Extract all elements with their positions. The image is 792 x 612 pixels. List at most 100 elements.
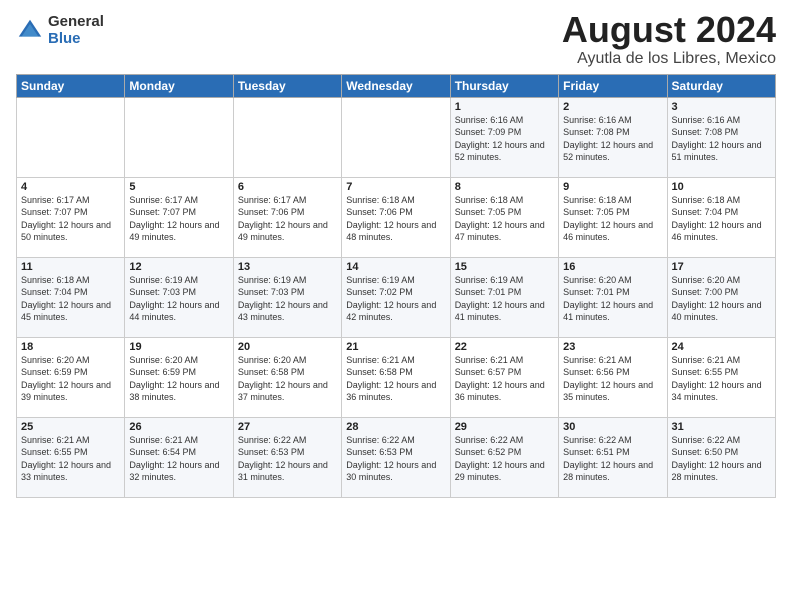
day-cell-empty bbox=[17, 97, 125, 177]
day-number: 2 bbox=[563, 101, 662, 113]
day-info: Sunrise: 6:20 AMSunset: 7:00 PMDaylight:… bbox=[672, 275, 762, 323]
day-info: Sunrise: 6:19 AMSunset: 7:01 PMDaylight:… bbox=[455, 275, 545, 323]
day-info: Sunrise: 6:22 AMSunset: 6:51 PMDaylight:… bbox=[563, 435, 653, 483]
logo-general: General bbox=[48, 14, 104, 31]
day-number: 30 bbox=[563, 421, 662, 433]
day-info: Sunrise: 6:20 AMSunset: 6:59 PMDaylight:… bbox=[129, 355, 219, 403]
day-cell-24: 24 Sunrise: 6:21 AMSunset: 6:55 PMDayligh… bbox=[667, 337, 775, 417]
day-number: 4 bbox=[21, 181, 120, 193]
day-info: Sunrise: 6:21 AMSunset: 6:57 PMDaylight:… bbox=[455, 355, 545, 403]
day-number: 19 bbox=[129, 341, 228, 353]
day-number: 27 bbox=[238, 421, 337, 433]
day-cell-10: 10 Sunrise: 6:18 AMSunset: 7:04 PMDayligh… bbox=[667, 177, 775, 257]
day-info: Sunrise: 6:19 AMSunset: 7:03 PMDaylight:… bbox=[129, 275, 219, 323]
week-row-1: 4 Sunrise: 6:17 AMSunset: 7:07 PMDaylight… bbox=[17, 177, 776, 257]
day-number: 25 bbox=[21, 421, 120, 433]
day-number: 31 bbox=[672, 421, 771, 433]
day-number: 14 bbox=[346, 261, 445, 273]
day-number: 10 bbox=[672, 181, 771, 193]
day-info: Sunrise: 6:16 AMSunset: 7:09 PMDaylight:… bbox=[455, 115, 545, 163]
day-info: Sunrise: 6:21 AMSunset: 6:55 PMDaylight:… bbox=[21, 435, 111, 483]
header-cell-monday: Monday bbox=[125, 74, 233, 97]
day-number: 5 bbox=[129, 181, 228, 193]
week-row-3: 18 Sunrise: 6:20 AMSunset: 6:59 PMDayligh… bbox=[17, 337, 776, 417]
header-cell-thursday: Thursday bbox=[450, 74, 558, 97]
day-cell-2: 2 Sunrise: 6:16 AMSunset: 7:08 PMDaylight… bbox=[559, 97, 667, 177]
day-number: 6 bbox=[238, 181, 337, 193]
logo-text: General Blue bbox=[48, 14, 104, 47]
day-number: 26 bbox=[129, 421, 228, 433]
page-container: General Blue August 2024 Ayutla de los L… bbox=[0, 0, 792, 506]
day-number: 23 bbox=[563, 341, 662, 353]
day-cell-6: 6 Sunrise: 6:17 AMSunset: 7:06 PMDaylight… bbox=[233, 177, 341, 257]
day-number: 16 bbox=[563, 261, 662, 273]
day-info: Sunrise: 6:22 AMSunset: 6:53 PMDaylight:… bbox=[238, 435, 328, 483]
day-cell-7: 7 Sunrise: 6:18 AMSunset: 7:06 PMDaylight… bbox=[342, 177, 450, 257]
day-info: Sunrise: 6:18 AMSunset: 7:04 PMDaylight:… bbox=[672, 195, 762, 243]
day-cell-19: 19 Sunrise: 6:20 AMSunset: 6:59 PMDayligh… bbox=[125, 337, 233, 417]
day-info: Sunrise: 6:16 AMSunset: 7:08 PMDaylight:… bbox=[563, 115, 653, 163]
day-number: 13 bbox=[238, 261, 337, 273]
day-info: Sunrise: 6:19 AMSunset: 7:03 PMDaylight:… bbox=[238, 275, 328, 323]
day-number: 29 bbox=[455, 421, 554, 433]
header-row: General Blue August 2024 Ayutla de los L… bbox=[16, 10, 776, 68]
day-number: 21 bbox=[346, 341, 445, 353]
logo-blue: Blue bbox=[48, 31, 104, 48]
day-info: Sunrise: 6:20 AMSunset: 6:59 PMDaylight:… bbox=[21, 355, 111, 403]
day-cell-14: 14Sunrise: 6:19 AMSunset: 7:02 PMDayligh… bbox=[342, 257, 450, 337]
calendar-table: SundayMondayTuesdayWednesdayThursdayFrid… bbox=[16, 74, 776, 498]
day-number: 1 bbox=[455, 101, 554, 113]
day-cell-27: 27 Sunrise: 6:22 AMSunset: 6:53 PMDayligh… bbox=[233, 417, 341, 497]
day-info: Sunrise: 6:21 AMSunset: 6:54 PMDaylight:… bbox=[129, 435, 219, 483]
header-cell-saturday: Saturday bbox=[667, 74, 775, 97]
week-row-4: 25 Sunrise: 6:21 AMSunset: 6:55 PMDayligh… bbox=[17, 417, 776, 497]
day-cell-22: 22Sunrise: 6:21 AMSunset: 6:57 PMDayligh… bbox=[450, 337, 558, 417]
day-cell-empty bbox=[342, 97, 450, 177]
day-cell-29: 29 Sunrise: 6:22 AMSunset: 6:52 PMDayligh… bbox=[450, 417, 558, 497]
day-cell-4: 4 Sunrise: 6:17 AMSunset: 7:07 PMDaylight… bbox=[17, 177, 125, 257]
day-cell-empty bbox=[233, 97, 341, 177]
day-number: 24 bbox=[672, 341, 771, 353]
day-cell-21: 21 Sunrise: 6:21 AMSunset: 6:58 PMDayligh… bbox=[342, 337, 450, 417]
title-block: August 2024 Ayutla de los Libres, Mexico bbox=[562, 10, 776, 68]
day-cell-15: 15Sunrise: 6:19 AMSunset: 7:01 PMDayligh… bbox=[450, 257, 558, 337]
day-cell-31: 31Sunrise: 6:22 AMSunset: 6:50 PMDayligh… bbox=[667, 417, 775, 497]
day-cell-12: 12 Sunrise: 6:19 AMSunset: 7:03 PMDayligh… bbox=[125, 257, 233, 337]
day-number: 12 bbox=[129, 261, 228, 273]
day-info: Sunrise: 6:16 AMSunset: 7:08 PMDaylight:… bbox=[672, 115, 762, 163]
day-number: 11 bbox=[21, 261, 120, 273]
day-cell-1: 1 Sunrise: 6:16 AMSunset: 7:09 PMDaylight… bbox=[450, 97, 558, 177]
logo: General Blue bbox=[16, 14, 104, 47]
week-row-0: 1 Sunrise: 6:16 AMSunset: 7:09 PMDaylight… bbox=[17, 97, 776, 177]
day-number: 28 bbox=[346, 421, 445, 433]
day-cell-23: 23Sunrise: 6:21 AMSunset: 6:56 PMDayligh… bbox=[559, 337, 667, 417]
day-number: 17 bbox=[672, 261, 771, 273]
day-cell-17: 17 Sunrise: 6:20 AMSunset: 7:00 PMDayligh… bbox=[667, 257, 775, 337]
day-number: 7 bbox=[346, 181, 445, 193]
month-title: August 2024 bbox=[562, 10, 776, 50]
day-cell-9: 9Sunrise: 6:18 AMSunset: 7:05 PMDaylight… bbox=[559, 177, 667, 257]
day-cell-11: 11Sunrise: 6:18 AMSunset: 7:04 PMDayligh… bbox=[17, 257, 125, 337]
day-info: Sunrise: 6:17 AMSunset: 7:06 PMDaylight:… bbox=[238, 195, 328, 243]
day-cell-18: 18 Sunrise: 6:20 AMSunset: 6:59 PMDayligh… bbox=[17, 337, 125, 417]
day-number: 3 bbox=[672, 101, 771, 113]
header-cell-wednesday: Wednesday bbox=[342, 74, 450, 97]
day-cell-30: 30 Sunrise: 6:22 AMSunset: 6:51 PMDayligh… bbox=[559, 417, 667, 497]
logo-icon bbox=[16, 17, 44, 45]
day-info: Sunrise: 6:20 AMSunset: 6:58 PMDaylight:… bbox=[238, 355, 328, 403]
header-cell-friday: Friday bbox=[559, 74, 667, 97]
day-cell-13: 13 Sunrise: 6:19 AMSunset: 7:03 PMDayligh… bbox=[233, 257, 341, 337]
day-number: 9 bbox=[563, 181, 662, 193]
day-number: 8 bbox=[455, 181, 554, 193]
day-number: 20 bbox=[238, 341, 337, 353]
day-number: 18 bbox=[21, 341, 120, 353]
day-info: Sunrise: 6:18 AMSunset: 7:06 PMDaylight:… bbox=[346, 195, 436, 243]
header-row-days: SundayMondayTuesdayWednesdayThursdayFrid… bbox=[17, 74, 776, 97]
week-row-2: 11Sunrise: 6:18 AMSunset: 7:04 PMDayligh… bbox=[17, 257, 776, 337]
day-info: Sunrise: 6:17 AMSunset: 7:07 PMDaylight:… bbox=[21, 195, 111, 243]
day-info: Sunrise: 6:22 AMSunset: 6:52 PMDaylight:… bbox=[455, 435, 545, 483]
day-info: Sunrise: 6:21 AMSunset: 6:55 PMDaylight:… bbox=[672, 355, 762, 403]
day-info: Sunrise: 6:18 AMSunset: 7:05 PMDaylight:… bbox=[455, 195, 545, 243]
day-info: Sunrise: 6:21 AMSunset: 6:58 PMDaylight:… bbox=[346, 355, 436, 403]
header-cell-tuesday: Tuesday bbox=[233, 74, 341, 97]
